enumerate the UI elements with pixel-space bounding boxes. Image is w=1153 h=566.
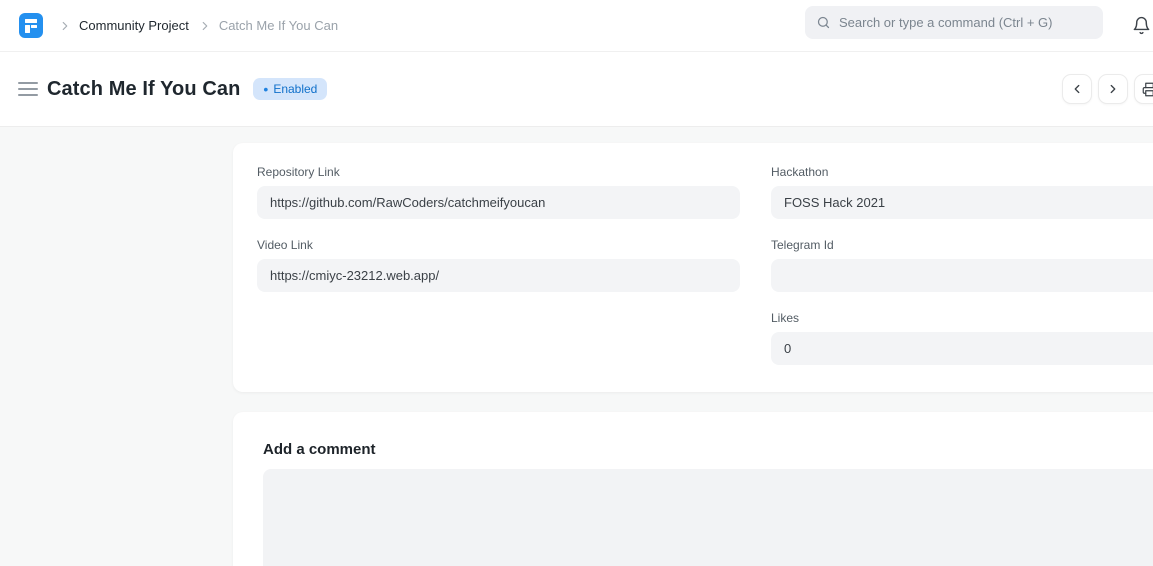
form-section-card: Repository Link Video Link Hackathon Tel… [233, 143, 1153, 392]
print-button[interactable] [1134, 74, 1153, 104]
field-label: Video Link [257, 238, 740, 252]
chevron-right-icon [198, 19, 212, 33]
sidebar-toggle-button[interactable] [18, 82, 38, 97]
search-icon [816, 15, 831, 30]
breadcrumb-parent[interactable]: Community Project [79, 18, 189, 33]
hackathon-input[interactable] [771, 186, 1153, 219]
page-title: Catch Me If You Can [47, 78, 240, 101]
top-navbar: Community Project Catch Me If You Can [0, 0, 1153, 52]
telegram-id-input[interactable] [771, 259, 1153, 292]
comment-section-card: Add a comment [233, 412, 1153, 566]
status-badge: • Enabled [253, 78, 327, 100]
breadcrumb-current: Catch Me If You Can [219, 18, 338, 33]
field-label: Likes [771, 311, 1153, 325]
add-comment-heading: Add a comment [263, 441, 1153, 458]
field-label: Repository Link [257, 165, 740, 179]
notifications-button[interactable] [1129, 10, 1153, 40]
repository-link-input[interactable] [257, 186, 740, 219]
field-telegram-id: Telegram Id [771, 238, 1153, 292]
field-label: Telegram Id [771, 238, 1153, 252]
global-search[interactable] [805, 6, 1103, 39]
field-label: Hackathon [771, 165, 1153, 179]
frappe-logo-glyph [25, 19, 37, 23]
previous-record-button[interactable] [1062, 74, 1092, 104]
field-repository-link: Repository Link [257, 165, 740, 219]
chevron-right-icon [58, 19, 72, 33]
field-likes: Likes [771, 311, 1153, 365]
chevron-left-icon [1070, 82, 1084, 96]
field-hackathon: Hackathon [771, 165, 1153, 219]
printer-icon [1142, 82, 1153, 97]
comment-input[interactable] [263, 469, 1153, 566]
chevron-right-icon [1106, 82, 1120, 96]
likes-input[interactable] [771, 332, 1153, 365]
menu-icon [18, 82, 38, 84]
frappe-logo[interactable] [19, 13, 43, 38]
form-page-body: Repository Link Video Link Hackathon Tel… [0, 127, 1153, 566]
status-label: Enabled [273, 82, 317, 96]
field-video-link: Video Link [257, 238, 740, 292]
status-dot: • [263, 82, 268, 96]
video-link-input[interactable] [257, 259, 740, 292]
form-column-right: Hackathon Telegram Id Likes [771, 165, 1153, 384]
next-record-button[interactable] [1098, 74, 1128, 104]
search-input[interactable] [839, 15, 1089, 30]
form-column-left: Repository Link Video Link [257, 165, 740, 384]
bell-icon [1132, 16, 1151, 35]
page-header: Catch Me If You Can • Enabled [0, 52, 1153, 127]
